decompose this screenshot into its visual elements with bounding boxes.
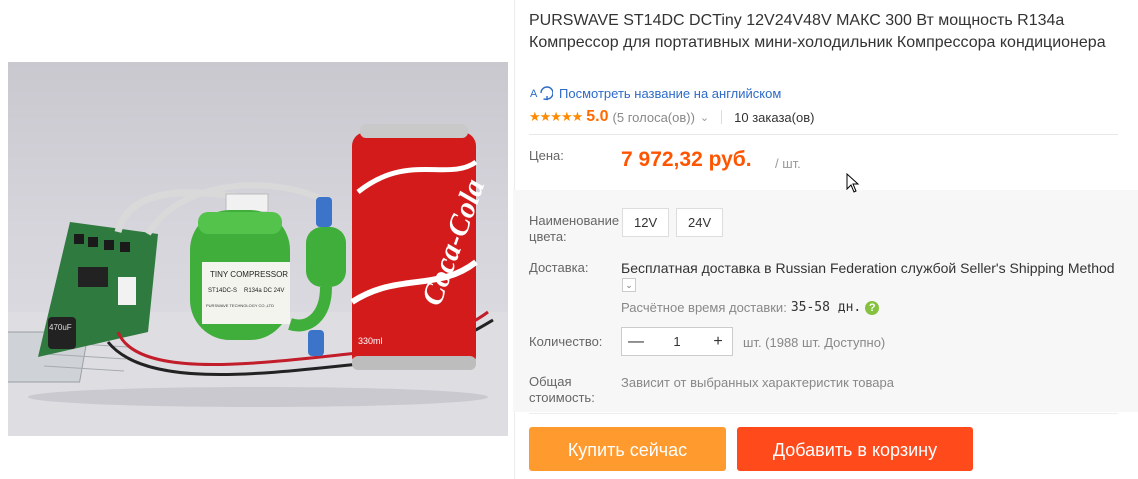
can-volume-label: 330ml: [358, 336, 383, 346]
star-rating-icon: ★★★★★: [529, 109, 583, 124]
capacitor-label: 470uF: [49, 323, 72, 332]
delivery-eta-label: Расчётное время доставки:: [621, 300, 787, 315]
compressor-spec-label: R134a DC 24V: [244, 288, 284, 294]
total-cost-label: Общая стоимость:: [529, 374, 595, 405]
translate-title-link[interactable]: A Посмотреть название на английском: [529, 84, 781, 102]
translate-link-label: Посмотреть название на английском: [559, 85, 782, 101]
rating-row: ★★★★★ 5.0 (5 голоса(ов)) ⌄ 10 заказа(ов): [529, 107, 814, 127]
price-value: 7 972,32 руб.: [621, 148, 752, 171]
delivery-eta: Расчётное время доставки: 35-58 дн. ?: [621, 300, 880, 315]
svg-text:A: A: [530, 88, 538, 100]
quantity-stepper: — +: [621, 327, 733, 356]
product-title: PURSWAVE ST14DC DCTiny 12V24V48V МАКС 30…: [529, 12, 1106, 51]
delivery-dropdown-chevron-icon[interactable]: ⌄: [622, 278, 636, 292]
section-divider: [529, 134, 1118, 135]
compressor-image: TINY COMPRESSOR ST14DC-S R134a DC 24V PU…: [190, 197, 346, 356]
total-cost-value: Зависит от выбранных характеристик товар…: [621, 375, 894, 390]
mouse-cursor-icon: [846, 173, 860, 193]
votes-link[interactable]: (5 голоса(ов)): [613, 110, 695, 125]
delivery-method: Бесплатная доставка в Russian Federation…: [621, 260, 1115, 276]
compressor-brand-label: TINY COMPRESSOR: [210, 270, 288, 279]
delivery-eta-days: 35-58 дн.: [790, 300, 862, 315]
compressor-model-label: ST14DC-S: [208, 288, 237, 294]
add-to-cart-button[interactable]: Добавить в корзину: [737, 427, 973, 471]
quantity-increase-button[interactable]: +: [704, 328, 732, 355]
chevron-down-icon[interactable]: ⌄: [700, 111, 709, 124]
color-option-label: Наименование цвета:: [529, 213, 620, 244]
rating-value: 5.0: [586, 108, 609, 125]
color-option-24v[interactable]: 24V: [676, 208, 724, 237]
delivery-label: Доставка:: [529, 260, 589, 275]
color-option-12v[interactable]: 12V: [622, 208, 670, 237]
soda-can-image: Coca-Cola 330ml: [350, 124, 491, 370]
buy-now-button[interactable]: Купить сейчас: [529, 427, 726, 471]
quantity-label: Количество:: [529, 334, 603, 349]
price-label: Цена:: [529, 148, 564, 163]
product-image[interactable]: 470uF TINY COMPRESSOR ST14DC-S R134a DC …: [8, 62, 508, 436]
compressor-maker-label: PURSWAVE TECHNOLOGY CO.,LTD: [206, 303, 274, 308]
rating-divider: [721, 110, 723, 124]
price-unit: / шт.: [775, 156, 801, 171]
translate-icon: A: [530, 86, 553, 101]
quantity-input[interactable]: [650, 328, 704, 355]
quantity-decrease-button[interactable]: —: [622, 328, 650, 355]
section-divider: [529, 413, 1118, 414]
help-icon[interactable]: ?: [865, 300, 880, 315]
quantity-available: шт. (1988 шт. Доступно): [743, 335, 886, 350]
orders-count: 10 заказа(ов): [734, 109, 815, 125]
